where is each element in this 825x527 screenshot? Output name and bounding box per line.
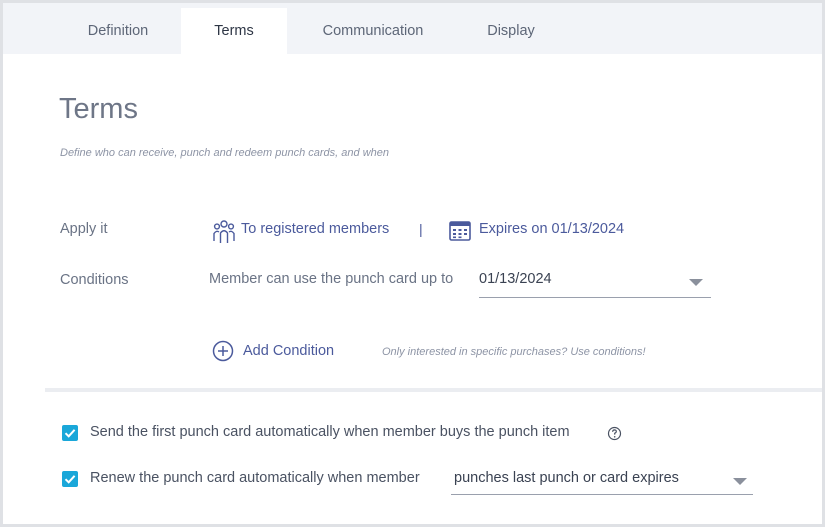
help-icon[interactable] [607,426,622,441]
calendar-icon [449,221,471,241]
chevron-down-icon [689,279,703,286]
usage-date-dropdown[interactable]: 01/13/2024 [479,271,711,298]
conditions-label: Conditions [60,272,129,288]
page-title: Terms [59,93,138,125]
tab-display[interactable]: Display [461,8,561,54]
renew-card-label: Renew the punch card automatically when … [90,470,420,486]
punch-card-terms-panel: Definition Terms Communication Display T… [0,0,825,527]
chevron-down-icon [733,478,747,485]
section-divider [45,388,822,392]
send-first-card-label: Send the first punch card automatically … [90,424,570,440]
condition-rule-text: Member can use the punch card up to [209,271,454,287]
page-subtitle: Define who can receive, punch and redeem… [60,147,389,159]
renew-trigger-dropdown[interactable]: punches last punch or card expires [451,470,753,495]
separator: | [419,221,423,237]
apply-it-label: Apply it [60,221,108,237]
tab-definition[interactable]: Definition [61,8,175,54]
tab-bar: Definition Terms Communication Display [3,3,822,54]
checkmark-icon [64,475,76,484]
send-first-card-checkbox[interactable] [62,425,78,441]
add-condition-label: Add Condition [243,343,335,359]
registered-members-label: To registered members [241,221,390,237]
expires-on-label: Expires on 01/13/2024 [479,221,625,237]
conditions-hint: Only interested in specific purchases? U… [382,346,646,358]
plus-circle-icon [212,340,234,362]
renew-card-checkbox[interactable] [62,471,78,487]
tab-terms[interactable]: Terms [181,8,287,54]
checkmark-icon [64,429,76,438]
renew-trigger-value: punches last punch or card expires [454,470,679,486]
tab-communication[interactable]: Communication [301,8,445,54]
usage-date-value: 01/13/2024 [479,271,552,287]
members-icon [213,220,235,243]
